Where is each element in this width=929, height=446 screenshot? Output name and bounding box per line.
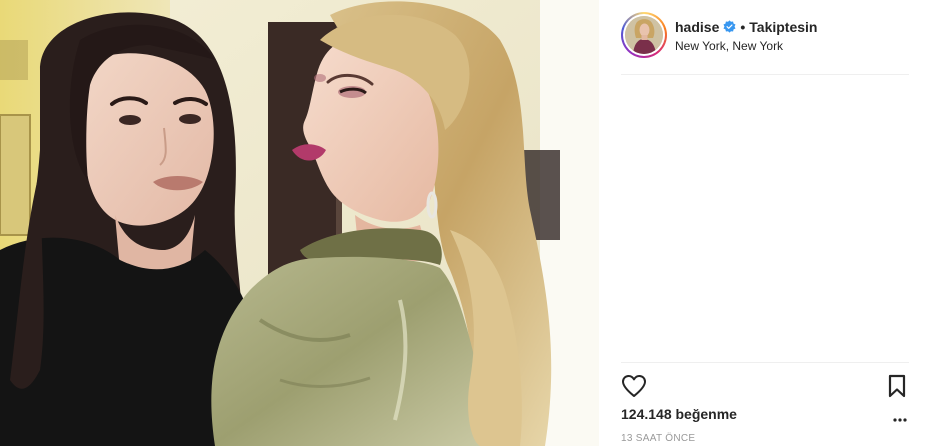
- post-photo-illustration: [0, 0, 599, 446]
- likes-count[interactable]: 124.148 beğenme: [621, 406, 737, 422]
- likes-unit-label: beğenme: [675, 406, 737, 422]
- following-status-button[interactable]: Takiptesin: [749, 18, 817, 36]
- author-username-link[interactable]: hadise: [675, 18, 719, 36]
- header-separator: •: [740, 18, 746, 35]
- avatar[interactable]: [625, 16, 663, 54]
- more-dots-icon: [893, 411, 907, 428]
- actions-divider: [621, 362, 909, 363]
- post-side-panel: hadise • Takiptesin New York, New York 1…: [599, 0, 929, 446]
- author-row: hadise • Takiptesin: [675, 18, 817, 36]
- heart-outline-icon: [621, 374, 647, 398]
- location-link[interactable]: New York, New York: [675, 39, 817, 53]
- save-button[interactable]: [887, 374, 907, 398]
- likes-number: 124.148: [621, 406, 672, 422]
- like-button[interactable]: [621, 374, 647, 398]
- verified-badge-icon: [723, 20, 736, 33]
- post-timestamp[interactable]: 13 SAAT ÖNCE: [621, 433, 695, 444]
- header-divider: [621, 74, 909, 75]
- post-photo[interactable]: [0, 0, 599, 446]
- bookmark-outline-icon: [887, 374, 907, 398]
- avatar-story-ring[interactable]: [621, 12, 667, 58]
- avatar-image: [625, 16, 663, 54]
- post-author-meta: hadise • Takiptesin New York, New York: [675, 18, 817, 53]
- post-actions-bar: [621, 372, 909, 402]
- instagram-post: hadise • Takiptesin New York, New York 1…: [0, 0, 929, 446]
- more-options-button[interactable]: [893, 410, 907, 424]
- avatar-inner-border: [623, 14, 665, 56]
- post-header: hadise • Takiptesin New York, New York: [621, 10, 909, 60]
